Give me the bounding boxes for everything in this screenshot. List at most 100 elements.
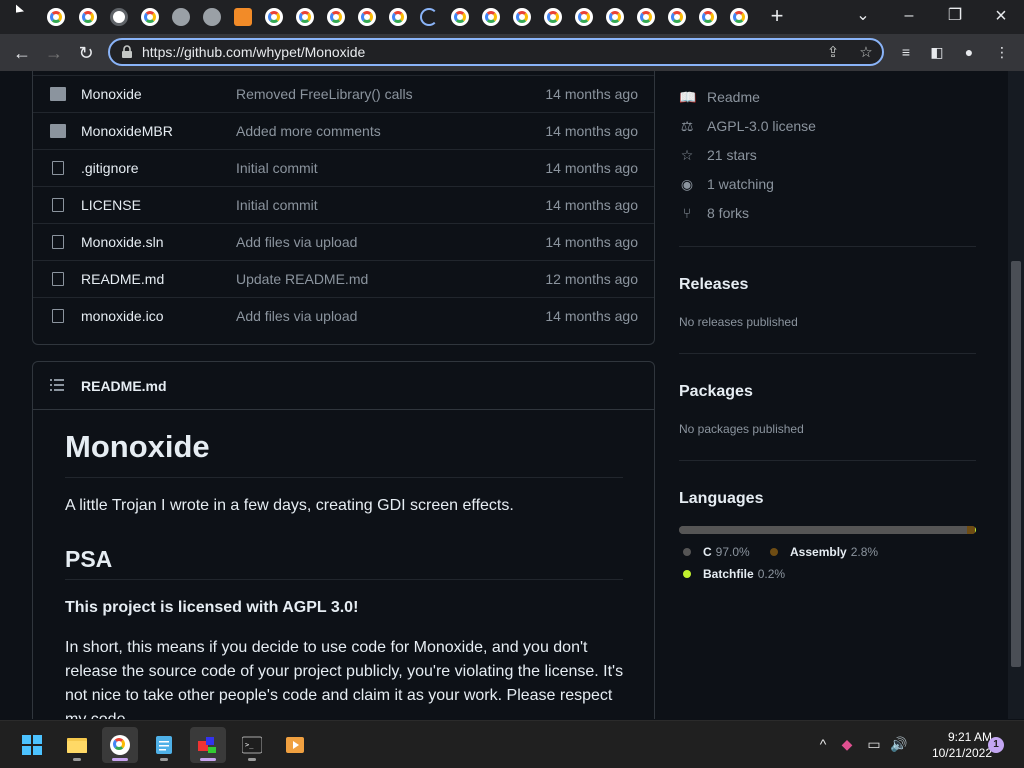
google-favicon-tab[interactable] (699, 8, 717, 26)
reload-button[interactable]: ↻ (74, 41, 98, 65)
google-favicon-tab[interactable] (668, 8, 686, 26)
network-icon[interactable]: ▭ (865, 735, 883, 753)
chevron-up-icon[interactable]: ^ (814, 735, 832, 753)
file-row[interactable]: LICENSE Initial commit 14 months ago (33, 186, 654, 223)
orange-favicon-tab[interactable] (234, 8, 252, 26)
commit-message-link[interactable]: Added more comments (236, 123, 381, 139)
chrome-icon (110, 735, 130, 755)
page-scrollbar[interactable] (1008, 71, 1024, 719)
file-row[interactable]: Monoxide.sln Add files via upload 14 mon… (33, 223, 654, 260)
star-icon[interactable]: ☆ (857, 44, 875, 62)
mouse-cursor (16, 4, 24, 20)
loading-spinner-icon[interactable] (420, 8, 438, 26)
commit-message-link[interactable]: Add files via upload (236, 308, 357, 324)
google-favicon-tab[interactable] (141, 8, 159, 26)
file-row[interactable]: monoxide.ico Add files via upload 14 mon… (33, 297, 654, 334)
releases-heading[interactable]: Releases (679, 276, 748, 294)
language-percent: 2.8% (850, 545, 879, 559)
file-icon (52, 309, 64, 323)
google-favicon-tab[interactable] (389, 8, 407, 26)
globe-favicon-tab[interactable] (172, 8, 190, 26)
volume-icon[interactable]: 🔊 (890, 735, 908, 753)
url-text[interactable]: https://github.com/whypet/Monoxide (142, 44, 365, 60)
file-icon (52, 161, 64, 175)
share-icon[interactable]: ⇪ (824, 44, 842, 62)
law-scale-icon: ⚖ (680, 118, 694, 134)
file-name-link[interactable]: LICENSE (81, 197, 141, 213)
readme-header: README.md (33, 362, 654, 410)
terminal-button[interactable]: >_ (234, 727, 270, 763)
commit-message-link[interactable]: Removed FreeLibrary() calls (236, 86, 413, 102)
languages-heading: Languages (679, 490, 764, 507)
running-indicator (160, 758, 168, 761)
google-favicon-tab[interactable] (296, 8, 314, 26)
google-favicon-tab[interactable] (513, 8, 531, 26)
generic-favicon-tab[interactable] (110, 8, 128, 26)
file-name-link[interactable]: Monoxide.sln (81, 234, 164, 250)
file-name-link[interactable]: Monoxide (81, 86, 142, 102)
language-dot (683, 570, 691, 578)
forward-button[interactable]: → (42, 41, 66, 65)
page-viewport: Monoxide Removed FreeLibrary() calls 14 … (0, 71, 1008, 719)
commit-age: 14 months ago (545, 197, 638, 213)
scrollbar-thumb[interactable] (1011, 261, 1021, 667)
globe-favicon-tab[interactable] (203, 8, 221, 26)
app-button[interactable] (190, 727, 226, 763)
google-favicon-tab[interactable] (637, 8, 655, 26)
google-favicon-tab[interactable] (327, 8, 345, 26)
language-percent: 0.2% (757, 567, 786, 581)
address-bar[interactable]: https://github.com/whypet/Monoxide ⇪ ☆ (108, 38, 884, 66)
file-name-link[interactable]: MonoxideMBR (81, 123, 173, 139)
readme-intro: A little Trojan I wrote in a few days, c… (65, 497, 514, 514)
stars-label: 21 stars (707, 147, 757, 163)
minimize-button[interactable]: – (889, 5, 929, 27)
google-favicon-tab[interactable] (575, 8, 593, 26)
app-tray-icon[interactable]: ◆ (838, 735, 856, 753)
google-favicon-tab[interactable] (544, 8, 562, 26)
google-favicon-tab[interactable] (482, 8, 500, 26)
google-favicon-tab[interactable] (358, 8, 376, 26)
browser-toolbar: ← → ↻ https://github.com/whypet/Monoxide… (0, 34, 1024, 71)
profile-icon[interactable]: ● (960, 43, 978, 61)
language-percent: 97.0% (715, 545, 750, 559)
commit-message-link[interactable]: Update README.md (236, 271, 368, 287)
notepad-button[interactable] (146, 727, 182, 763)
system-clock[interactable]: 9:21 AM 10/21/2022 (912, 729, 992, 761)
back-button[interactable]: ← (10, 41, 34, 65)
google-favicon-tab[interactable] (79, 8, 97, 26)
file-name-link[interactable]: monoxide.ico (81, 308, 164, 324)
chrome-button[interactable] (102, 727, 138, 763)
file-name-link[interactable]: README.md (81, 271, 164, 287)
notification-badge[interactable]: 1 (988, 737, 1004, 753)
readme-link-label: Readme (707, 89, 760, 105)
google-favicon-tab[interactable] (47, 8, 65, 26)
media-icon[interactable]: ≡ (897, 43, 915, 61)
commit-message-link[interactable]: Initial commit (236, 160, 318, 176)
sidebar-icon[interactable]: ◧ (928, 43, 946, 61)
file-row[interactable]: .gitignore Initial commit 14 months ago (33, 149, 654, 186)
maximize-button[interactable]: ❐ (935, 5, 975, 27)
google-favicon-tab[interactable] (451, 8, 469, 26)
tab-search-chevron-icon[interactable]: ⌄ (843, 5, 883, 27)
start-button[interactable] (14, 727, 50, 763)
commit-message-link[interactable]: Add files via upload (236, 234, 357, 250)
commit-message-link[interactable]: Initial commit (236, 197, 318, 213)
windows-logo-icon (22, 735, 42, 755)
file-name-link[interactable]: .gitignore (81, 160, 139, 176)
media-player-button[interactable] (277, 727, 313, 763)
media-player-icon (286, 737, 304, 753)
google-favicon-tab[interactable] (730, 8, 748, 26)
file-row[interactable]: MonoxideMBR Added more comments 14 month… (33, 112, 654, 149)
file-row[interactable]: Monoxide Removed FreeLibrary() calls 14 … (33, 75, 654, 112)
menu-icon[interactable]: ⋮ (993, 43, 1011, 61)
readme-heading: Monoxide (65, 429, 210, 464)
google-favicon-tab[interactable] (606, 8, 624, 26)
list-icon[interactable] (50, 379, 64, 391)
packages-heading[interactable]: Packages (679, 383, 753, 401)
google-favicon-tab[interactable] (265, 8, 283, 26)
file-row[interactable]: README.md Update README.md 12 months ago (33, 260, 654, 297)
file-explorer-button[interactable] (59, 727, 95, 763)
new-tab-button[interactable]: + (767, 5, 787, 27)
readme-title[interactable]: README.md (81, 378, 167, 394)
close-button[interactable]: × (981, 5, 1021, 27)
